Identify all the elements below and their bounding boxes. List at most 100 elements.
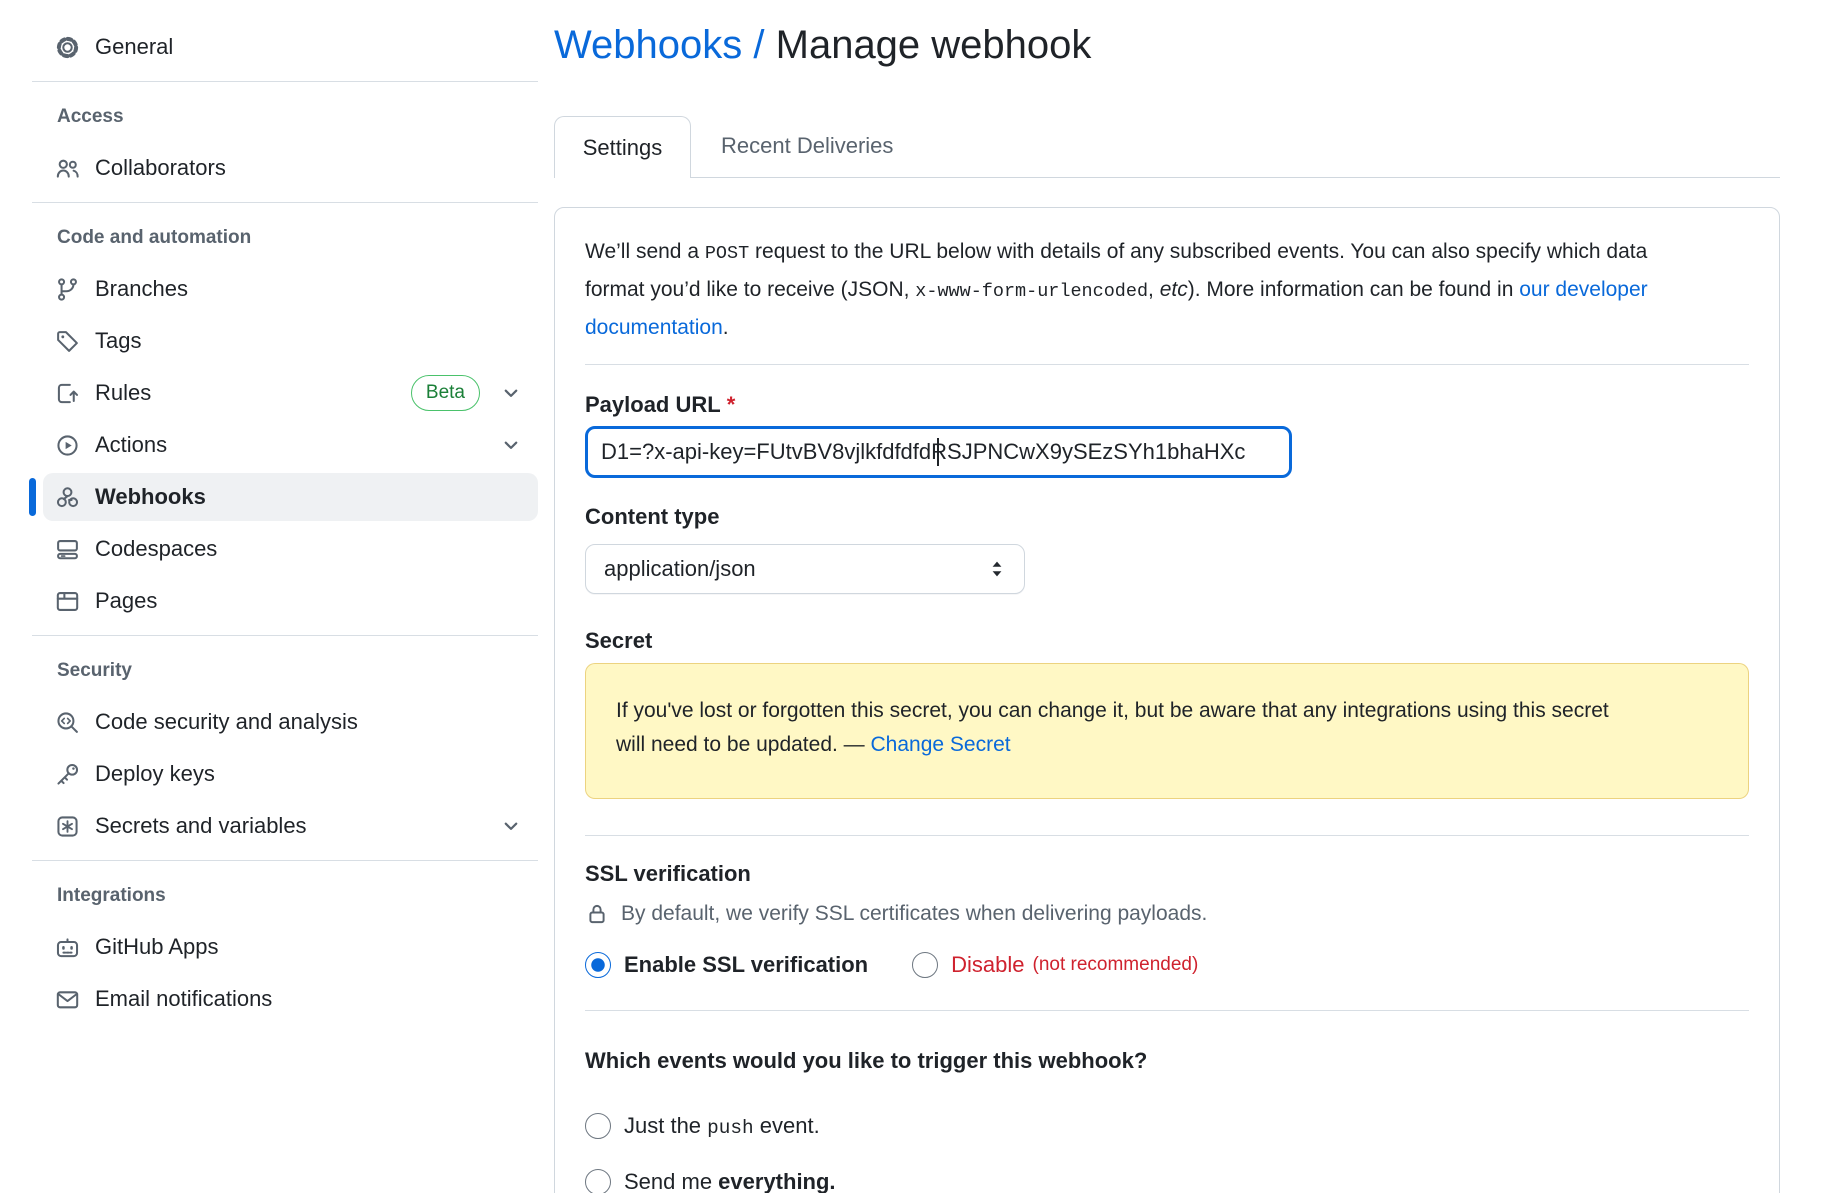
sidebar-item-github-apps[interactable]: GitHub Apps bbox=[43, 923, 538, 971]
event-option-push: Just the push event. bbox=[585, 1113, 1749, 1139]
hubot-icon bbox=[55, 935, 80, 960]
tab-settings[interactable]: Settings bbox=[554, 116, 691, 178]
ssl-verification-heading: SSL verification bbox=[585, 862, 1749, 886]
webhook-icon bbox=[55, 485, 80, 510]
inline-link[interactable]: Change Secret bbox=[871, 733, 1011, 756]
event-option-everything: Send me everything. bbox=[585, 1169, 1749, 1193]
tabnav-border bbox=[691, 177, 1780, 178]
section-divider bbox=[585, 835, 1749, 836]
sidebar-item-label: GitHub Apps bbox=[95, 934, 219, 960]
disable-ssl-note: (not recommended) bbox=[1033, 954, 1199, 976]
tag-icon bbox=[55, 329, 80, 354]
enable-ssl-radio[interactable] bbox=[585, 952, 611, 978]
just-push-radio[interactable] bbox=[585, 1113, 611, 1139]
sidebar-item-label: Secrets and variables bbox=[95, 813, 307, 839]
tabnav: Settings Recent Deliveries bbox=[554, 116, 1780, 178]
sidebar-divider bbox=[32, 860, 538, 861]
sidebar-item-label: General bbox=[95, 34, 173, 60]
inline-link[interactable]: documentation bbox=[585, 316, 723, 339]
gear-icon bbox=[55, 35, 80, 60]
page-title: Webhooks / Manage webhook bbox=[554, 22, 1091, 68]
sidebar-section-label-integrations: Integrations bbox=[57, 885, 538, 907]
sidebar-item-collaborators[interactable]: Collaborators bbox=[43, 144, 538, 192]
webhook-settings-page: { "colors": { "accent": "#0969da", "dang… bbox=[0, 0, 1825, 1193]
text-caret bbox=[937, 438, 939, 466]
chevron-down-icon bbox=[500, 382, 522, 404]
sidebar-item-label: Collaborators bbox=[95, 155, 226, 181]
sidebar-item-webhooks[interactable]: Webhooks bbox=[43, 473, 538, 521]
sidebar-item-label: Deploy keys bbox=[95, 761, 215, 787]
ssl-blurb-row: By default, we verify SSL certificates w… bbox=[585, 902, 1749, 926]
sidebar-item-actions[interactable]: Actions bbox=[43, 421, 538, 469]
sidebar-item-code-security-and-analysis[interactable]: Code security and analysis bbox=[43, 698, 538, 746]
tab-recent-deliveries[interactable]: Recent Deliveries bbox=[691, 116, 923, 176]
sidebar-item-label: Pages bbox=[95, 588, 157, 614]
sidebar-divider bbox=[32, 635, 538, 636]
secret-warning-flash: If you've lost or forgotten this secret,… bbox=[585, 663, 1749, 799]
payload-url-wrap bbox=[585, 426, 1292, 478]
chevron-down-icon bbox=[500, 815, 522, 837]
sidebar-item-label: Branches bbox=[95, 276, 188, 302]
people-icon bbox=[55, 156, 80, 181]
sidebar-item-tags[interactable]: Tags bbox=[43, 317, 538, 365]
sidebar-item-secrets-and-variables[interactable]: Secrets and variables bbox=[43, 802, 538, 850]
send-everything-label[interactable]: Send me everything. bbox=[624, 1169, 836, 1193]
sidebar-item-label: Email notifications bbox=[95, 986, 272, 1012]
disable-ssl-radio[interactable] bbox=[912, 952, 938, 978]
sidebar-item-codespaces[interactable]: Codespaces bbox=[43, 525, 538, 573]
sidebar-item-rules[interactable]: Rules Beta bbox=[43, 369, 538, 417]
sidebar-item-email-notifications[interactable]: Email notifications bbox=[43, 975, 538, 1023]
section-divider bbox=[585, 1010, 1749, 1011]
sidebar-item-branches[interactable]: Branches bbox=[43, 265, 538, 313]
sidebar-item-label: Actions bbox=[95, 432, 167, 458]
codespaces-icon bbox=[55, 537, 80, 562]
required-asterisk: * bbox=[727, 392, 736, 417]
sidebar-item-general[interactable]: General bbox=[43, 23, 538, 71]
just-push-label[interactable]: Just the push event. bbox=[624, 1113, 820, 1139]
play-icon bbox=[55, 433, 80, 458]
main-content: Webhooks / Manage webhook Settings Recen… bbox=[554, 0, 1780, 1193]
sidebar-item-label: Tags bbox=[95, 328, 141, 354]
sidebar-item-label: Webhooks bbox=[95, 484, 206, 510]
send-everything-radio[interactable] bbox=[585, 1169, 611, 1193]
ssl-blurb-text: By default, we verify SSL certificates w… bbox=[621, 902, 1207, 926]
secrets-icon bbox=[55, 814, 80, 839]
content-type-label: Content type bbox=[585, 505, 1749, 529]
ssl-radio-row: Enable SSL verification Disable (not rec… bbox=[585, 952, 1749, 978]
breadcrumb-webhooks-link[interactable]: Webhooks / bbox=[554, 23, 765, 67]
sidebar-item-pages[interactable]: Pages bbox=[43, 577, 538, 625]
payload-url-label: Payload URL* bbox=[585, 393, 1749, 417]
sidebar-item-label: Codespaces bbox=[95, 536, 217, 562]
sidebar-divider bbox=[32, 202, 538, 203]
events-heading: Which events would you like to trigger t… bbox=[585, 1049, 1749, 1073]
rules-icon bbox=[55, 381, 80, 406]
webhook-settings-panel: We’ll send a POST request to the URL bel… bbox=[554, 207, 1780, 1193]
sidebar-divider bbox=[32, 81, 538, 82]
sidebar-item-deploy-keys[interactable]: Deploy keys bbox=[43, 750, 538, 798]
settings-sidebar: General Access Collaborators Code and autom… bbox=[28, 0, 538, 1027]
lock-icon bbox=[585, 902, 609, 926]
beta-badge: Beta bbox=[411, 375, 480, 411]
disable-ssl-label[interactable]: Disable bbox=[951, 952, 1024, 978]
browser-icon bbox=[55, 589, 80, 614]
breadcrumb-current: Manage webhook bbox=[776, 23, 1092, 67]
mail-icon bbox=[55, 987, 80, 1012]
select-caret-icon bbox=[986, 558, 1008, 580]
secret-label: Secret bbox=[585, 629, 1749, 653]
section-divider bbox=[585, 364, 1749, 365]
key-icon bbox=[55, 762, 80, 787]
sidebar-section-label-access: Access bbox=[57, 106, 538, 128]
disable-ssl-group: Disable (not recommended) bbox=[912, 952, 1198, 978]
sidebar-section-label-code-and-automation: Code and automation bbox=[57, 227, 538, 249]
webhook-description: We’ll send a POST request to the URL bel… bbox=[585, 234, 1749, 346]
content-type-select[interactable]: application/json bbox=[585, 544, 1025, 594]
content-type-value: application/json bbox=[604, 556, 756, 582]
codescan-icon bbox=[55, 710, 80, 735]
chevron-down-icon bbox=[500, 434, 522, 456]
inline-link[interactable]: our developer bbox=[1519, 278, 1647, 301]
sidebar-item-label: Code security and analysis bbox=[95, 709, 358, 735]
enable-ssl-label[interactable]: Enable SSL verification bbox=[624, 952, 868, 978]
sidebar-item-label: Rules bbox=[95, 380, 151, 406]
branch-icon bbox=[55, 277, 80, 302]
sidebar-section-label-security: Security bbox=[57, 660, 538, 682]
